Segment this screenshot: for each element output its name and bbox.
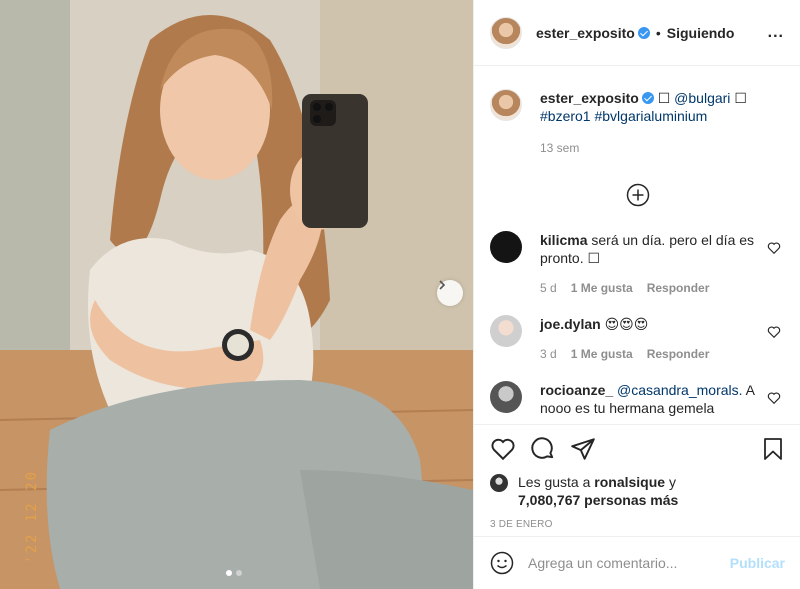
likes-summary: Les gusta a ronalsique y 7,080,767 perso… [490, 473, 785, 509]
caption-hashtags[interactable]: #bzero1 #bvlgarialuminium [540, 108, 707, 124]
caption-username[interactable]: ester_exposito [540, 90, 639, 106]
add-comment-bar: Publicar [474, 536, 800, 589]
comment-item: kilicma será un día. pero el día es pron… [474, 231, 800, 297]
publish-button[interactable]: Publicar [730, 555, 785, 571]
likes-count[interactable]: 7,080,767 personas más [518, 492, 678, 508]
comment-likes[interactable]: 1 Me gusta [571, 345, 633, 363]
reply-button[interactable]: Responder [647, 279, 710, 297]
chevron-right-icon [439, 280, 446, 290]
post-photo[interactable]: '22 12 20 [0, 0, 473, 589]
comment-bubble-icon[interactable] [530, 436, 556, 462]
likes-prefix: Les gusta a [518, 474, 591, 490]
comment-avatar[interactable] [490, 231, 522, 263]
liker-avatar[interactable] [490, 474, 508, 492]
comment-age[interactable]: 3 d [540, 345, 557, 363]
more-options-icon[interactable]: ... [768, 24, 784, 42]
post-sidebar: ester_exposito • Siguiendo ... ester_exp… [473, 0, 800, 589]
photo-illustration [0, 0, 473, 589]
comment-username[interactable]: joe.dylan [540, 316, 601, 332]
share-paper-plane-icon[interactable] [570, 436, 596, 462]
post-header: ester_exposito • Siguiendo ... [474, 0, 800, 66]
author-avatar[interactable] [490, 16, 522, 49]
author-username[interactable]: ester_exposito [536, 25, 635, 41]
date-stamp: '22 12 20 [24, 470, 40, 564]
comment-avatar[interactable] [490, 315, 522, 347]
caption-avatar[interactable] [490, 89, 522, 121]
verified-icon [637, 26, 650, 39]
carousel-next-button[interactable] [437, 280, 463, 306]
caption-box-glyph: ☐ [657, 90, 671, 106]
like-heart-icon[interactable] [490, 436, 516, 462]
load-more-comments-button[interactable] [474, 183, 800, 207]
plus-circle-icon [626, 183, 649, 207]
comment-item: joe.dylan 😍😍😍 3 d 1 Me gusta Responder [474, 315, 800, 363]
heart-icon[interactable] [767, 241, 781, 255]
reply-button[interactable]: Responder [647, 345, 710, 363]
comment-mention[interactable]: @casandra_morals. [617, 382, 743, 398]
following-button[interactable]: Siguiendo [667, 25, 735, 41]
heart-icon[interactable] [767, 391, 781, 405]
comment-text: 😍😍😍 [604, 316, 649, 332]
carousel-dot-active [226, 570, 232, 576]
header-separator: • [655, 24, 661, 41]
emoji-icon[interactable] [490, 551, 514, 575]
carousel-indicator [226, 570, 242, 576]
heart-icon[interactable] [767, 325, 781, 339]
caption: ester_exposito ☐ @bulgari ☐ #bzero1 #bvl… [474, 89, 800, 157]
caption-mention[interactable]: @bulgari [674, 90, 730, 106]
comments-list[interactable]: ester_exposito ☐ @bulgari ☐ #bzero1 #bvl… [474, 67, 800, 424]
caption-box-glyph: ☐ [734, 90, 747, 106]
caption-age[interactable]: 13 sem [540, 139, 579, 157]
likes-and: y [668, 474, 676, 490]
comment-item: rocioanze_ @casandra_morals. A nooo es t… [474, 381, 800, 417]
comment-username[interactable]: kilicma [540, 232, 587, 248]
comment-likes[interactable]: 1 Me gusta [571, 279, 633, 297]
comment-age[interactable]: 5 d [540, 279, 557, 297]
liker-username[interactable]: ronalsique [594, 474, 665, 490]
comment-username[interactable]: rocioanze_ [540, 382, 613, 398]
comment-input[interactable] [528, 555, 730, 571]
carousel-dot [236, 570, 242, 576]
verified-icon [641, 92, 654, 104]
post-actions: Les gusta a ronalsique y 7,080,767 perso… [474, 424, 800, 530]
post-date[interactable]: 3 DE ENERO [490, 519, 785, 530]
comment-avatar[interactable] [490, 381, 522, 413]
save-bookmark-icon[interactable] [761, 436, 785, 462]
